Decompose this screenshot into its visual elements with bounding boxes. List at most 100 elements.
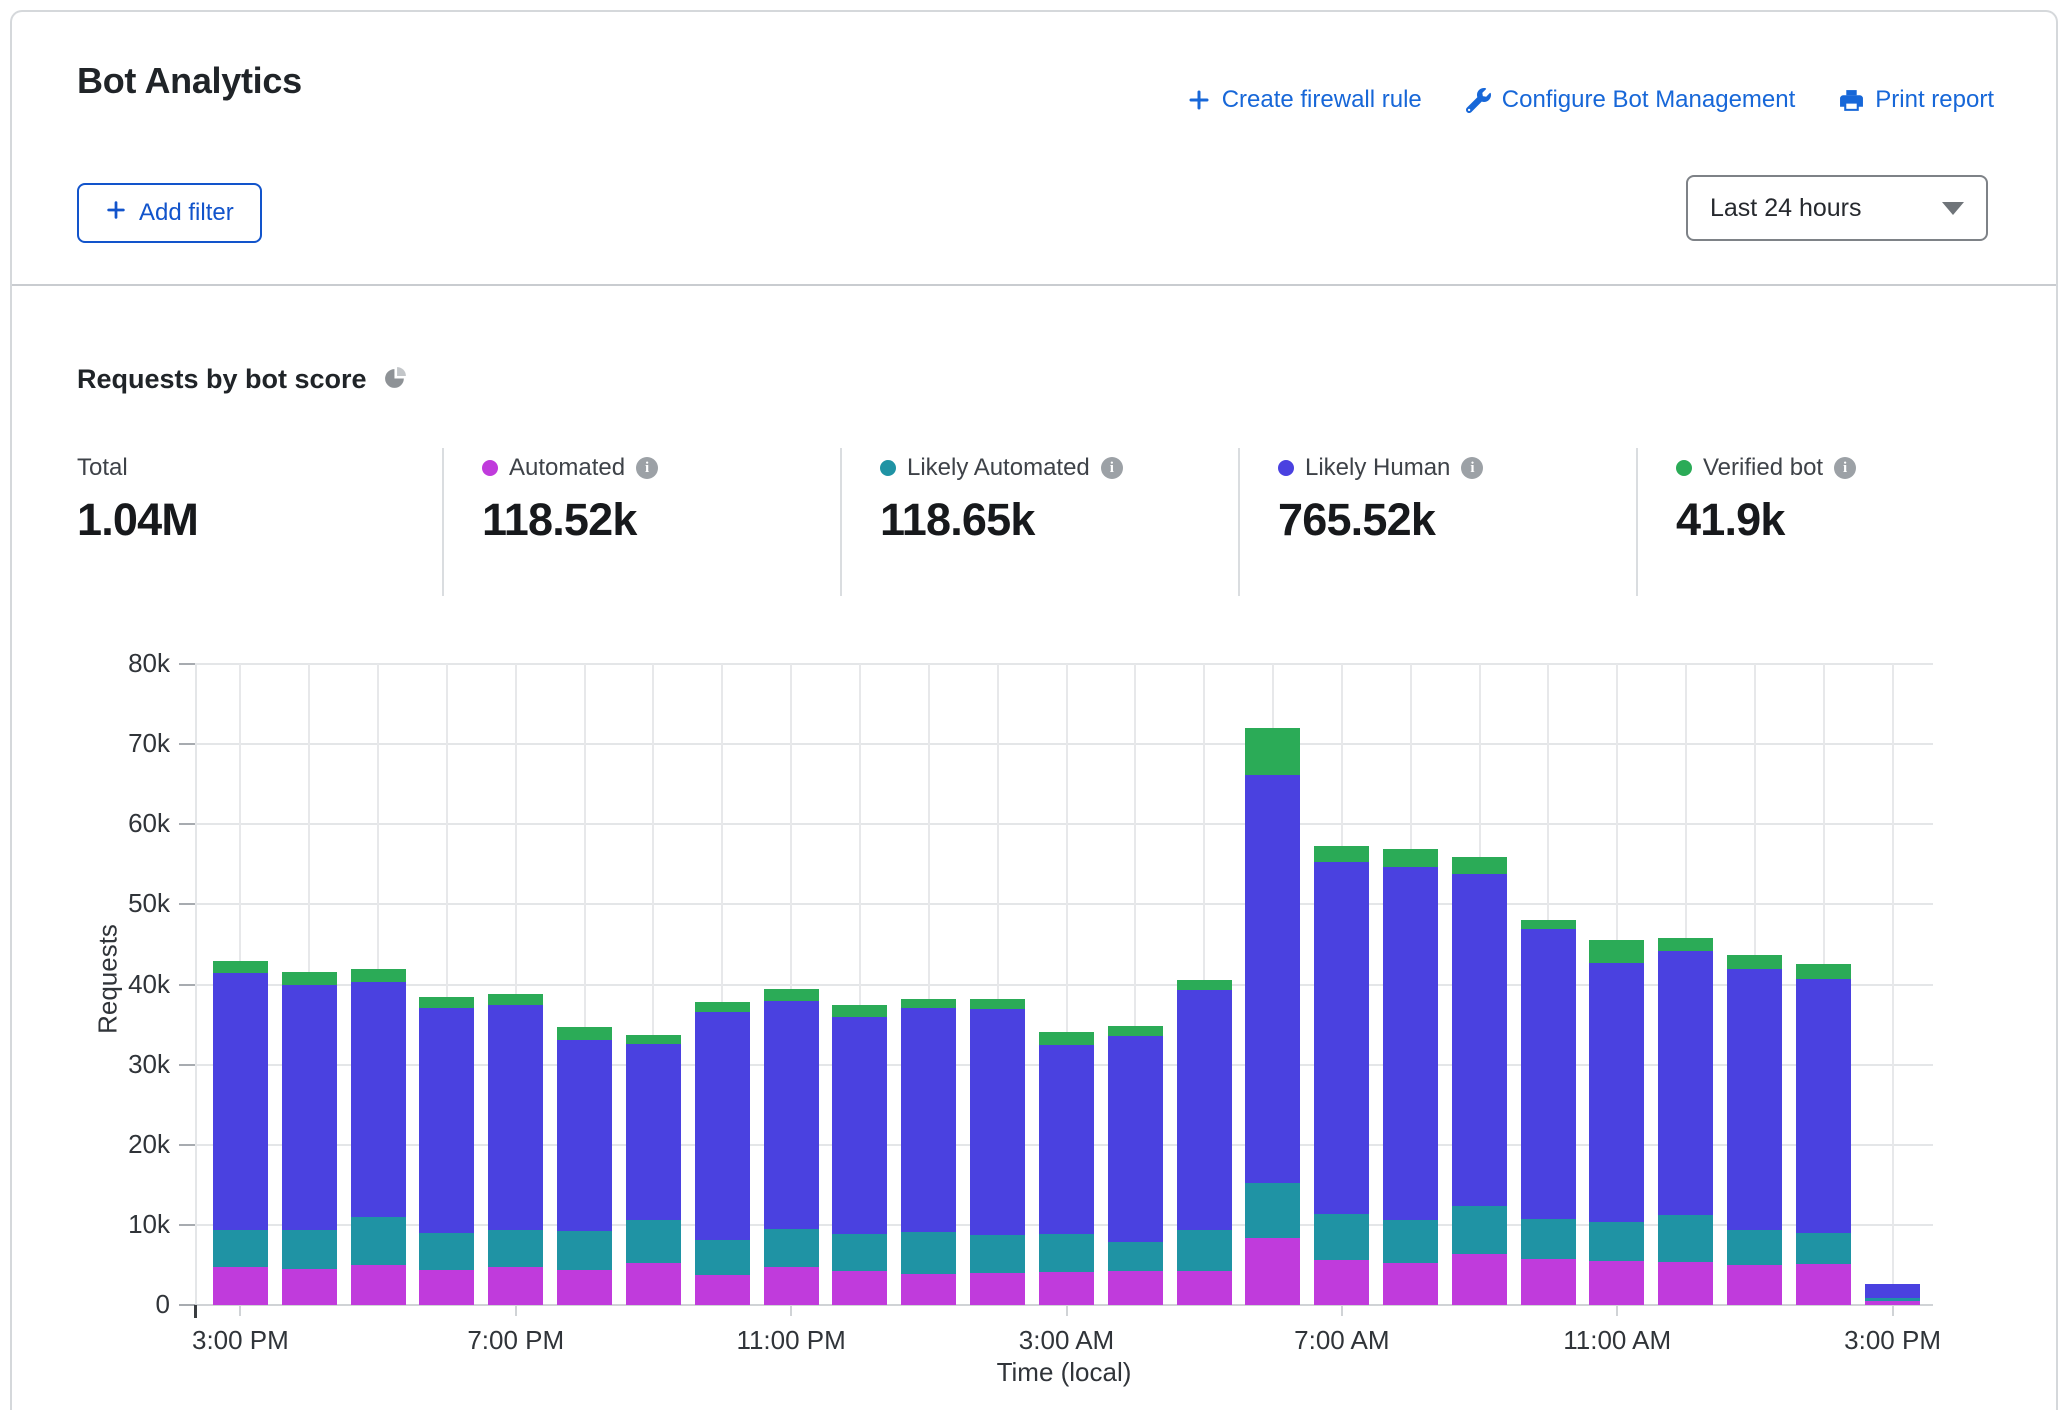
bar-segment-likely-automated[interactable] [901, 1232, 956, 1274]
bar-segment-likely-human[interactable] [419, 1008, 474, 1233]
info-icon[interactable]: i [1834, 457, 1856, 479]
bar-segment-verified-bot[interactable] [832, 1005, 887, 1016]
bar-segment-verified-bot[interactable] [282, 972, 337, 986]
bar-segment-automated[interactable] [557, 1270, 612, 1305]
bar-segment-likely-automated[interactable] [282, 1230, 337, 1269]
bar-segment-automated[interactable] [626, 1263, 681, 1305]
bar-segment-likely-human[interactable] [970, 1009, 1025, 1236]
bar-segment-likely-human[interactable] [1383, 867, 1438, 1220]
bar-segment-verified-bot[interactable] [1452, 857, 1507, 874]
bar-segment-automated[interactable] [901, 1274, 956, 1305]
bar-segment-automated[interactable] [419, 1270, 474, 1305]
create-firewall-rule-link[interactable]: Create firewall rule [1187, 86, 1422, 114]
bar-segment-verified-bot[interactable] [695, 1002, 750, 1012]
bar-segment-verified-bot[interactable] [419, 997, 474, 1008]
bar-segment-likely-automated[interactable] [1589, 1222, 1644, 1261]
bar-segment-likely-automated[interactable] [1727, 1230, 1782, 1265]
bar-segment-likely-human[interactable] [1589, 963, 1644, 1222]
bar-segment-likely-automated[interactable] [970, 1235, 1025, 1273]
stacked-bar[interactable] [1865, 1284, 1920, 1305]
bar-segment-verified-bot[interactable] [626, 1035, 681, 1044]
bar-segment-verified-bot[interactable] [1314, 846, 1369, 862]
bar-segment-likely-automated[interactable] [626, 1220, 681, 1262]
bar-segment-automated[interactable] [1452, 1254, 1507, 1305]
bar-segment-likely-automated[interactable] [1452, 1206, 1507, 1254]
stacked-bar[interactable] [488, 994, 543, 1305]
bar-segment-likely-automated[interactable] [1108, 1242, 1163, 1272]
bar-segment-likely-human[interactable] [351, 982, 406, 1217]
bar-segment-likely-automated[interactable] [764, 1229, 819, 1267]
stacked-bar[interactable] [1589, 940, 1644, 1305]
bar-segment-likely-automated[interactable] [213, 1230, 268, 1268]
bar-segment-likely-human[interactable] [901, 1008, 956, 1232]
bar-segment-automated[interactable] [1314, 1260, 1369, 1305]
bar-segment-verified-bot[interactable] [557, 1027, 612, 1040]
bar-segment-automated[interactable] [1589, 1261, 1644, 1305]
bar-segment-likely-automated[interactable] [351, 1217, 406, 1265]
bar-segment-verified-bot[interactable] [1245, 728, 1300, 774]
bar-segment-likely-human[interactable] [832, 1017, 887, 1234]
bar-segment-likely-human[interactable] [557, 1040, 612, 1231]
bar-segment-automated[interactable] [764, 1267, 819, 1305]
bar-segment-likely-automated[interactable] [1177, 1230, 1232, 1272]
bar-segment-likely-human[interactable] [1314, 862, 1369, 1214]
bar-segment-likely-automated[interactable] [695, 1240, 750, 1274]
bar-segment-verified-bot[interactable] [351, 969, 406, 983]
bar-segment-likely-automated[interactable] [1383, 1220, 1438, 1263]
bar-segment-likely-human[interactable] [282, 985, 337, 1229]
bar-segment-verified-bot[interactable] [1521, 920, 1576, 930]
stacked-bar[interactable] [832, 1005, 887, 1305]
stacked-bar[interactable] [1039, 1032, 1094, 1305]
bar-segment-likely-human[interactable] [1658, 951, 1713, 1215]
bar-segment-verified-bot[interactable] [488, 994, 543, 1005]
bar-segment-automated[interactable] [488, 1267, 543, 1305]
bar-segment-automated[interactable] [1245, 1238, 1300, 1305]
bar-segment-automated[interactable] [1383, 1263, 1438, 1305]
bar-segment-verified-bot[interactable] [1383, 849, 1438, 867]
stacked-bar[interactable] [1521, 920, 1576, 1305]
bar-segment-likely-human[interactable] [1108, 1036, 1163, 1242]
bar-segment-likely-automated[interactable] [1796, 1233, 1851, 1264]
stacked-bar[interactable] [351, 969, 406, 1306]
time-range-select[interactable]: Last 24 hours [1686, 175, 1988, 241]
bar-segment-automated[interactable] [351, 1265, 406, 1305]
bar-segment-automated[interactable] [1039, 1272, 1094, 1305]
bar-segment-likely-automated[interactable] [1658, 1215, 1713, 1261]
stacked-bar[interactable] [1796, 964, 1851, 1305]
bar-segment-automated[interactable] [1796, 1264, 1851, 1305]
info-icon[interactable]: i [1101, 457, 1123, 479]
stacked-bar[interactable] [1383, 849, 1438, 1305]
stacked-bar[interactable] [1727, 955, 1782, 1305]
bar-segment-automated[interactable] [832, 1271, 887, 1305]
info-icon[interactable]: i [636, 457, 658, 479]
bar-segment-likely-human[interactable] [1177, 990, 1232, 1230]
bar-segment-automated[interactable] [1177, 1271, 1232, 1305]
stacked-bar[interactable] [419, 997, 474, 1305]
bar-segment-likely-automated[interactable] [1039, 1234, 1094, 1272]
bar-segment-likely-human[interactable] [1865, 1284, 1920, 1298]
bar-segment-automated[interactable] [1521, 1259, 1576, 1305]
bar-segment-verified-bot[interactable] [764, 989, 819, 1000]
bar-segment-likely-human[interactable] [695, 1012, 750, 1240]
stacked-bar[interactable] [1658, 938, 1713, 1305]
stacked-bar[interactable] [764, 989, 819, 1305]
bar-segment-verified-bot[interactable] [1039, 1032, 1094, 1045]
info-icon[interactable]: i [1461, 457, 1483, 479]
stacked-bar[interactable] [695, 1002, 750, 1305]
bar-segment-verified-bot[interactable] [1658, 938, 1713, 951]
bar-segment-automated[interactable] [213, 1267, 268, 1305]
bar-segment-verified-bot[interactable] [1589, 940, 1644, 963]
bar-segment-verified-bot[interactable] [1177, 980, 1232, 990]
stacked-bar[interactable] [557, 1027, 612, 1305]
stacked-bar[interactable] [970, 999, 1025, 1305]
bar-segment-likely-human[interactable] [1727, 969, 1782, 1229]
stacked-bar[interactable] [1314, 846, 1369, 1305]
bar-segment-likely-human[interactable] [1245, 775, 1300, 1184]
bar-segment-automated[interactable] [970, 1273, 1025, 1305]
bar-segment-likely-human[interactable] [213, 973, 268, 1229]
stacked-bar[interactable] [1108, 1026, 1163, 1305]
bar-segment-likely-human[interactable] [1796, 979, 1851, 1233]
stacked-bar[interactable] [282, 972, 337, 1305]
stacked-bar[interactable] [1452, 857, 1507, 1305]
bar-segment-likely-automated[interactable] [557, 1231, 612, 1269]
